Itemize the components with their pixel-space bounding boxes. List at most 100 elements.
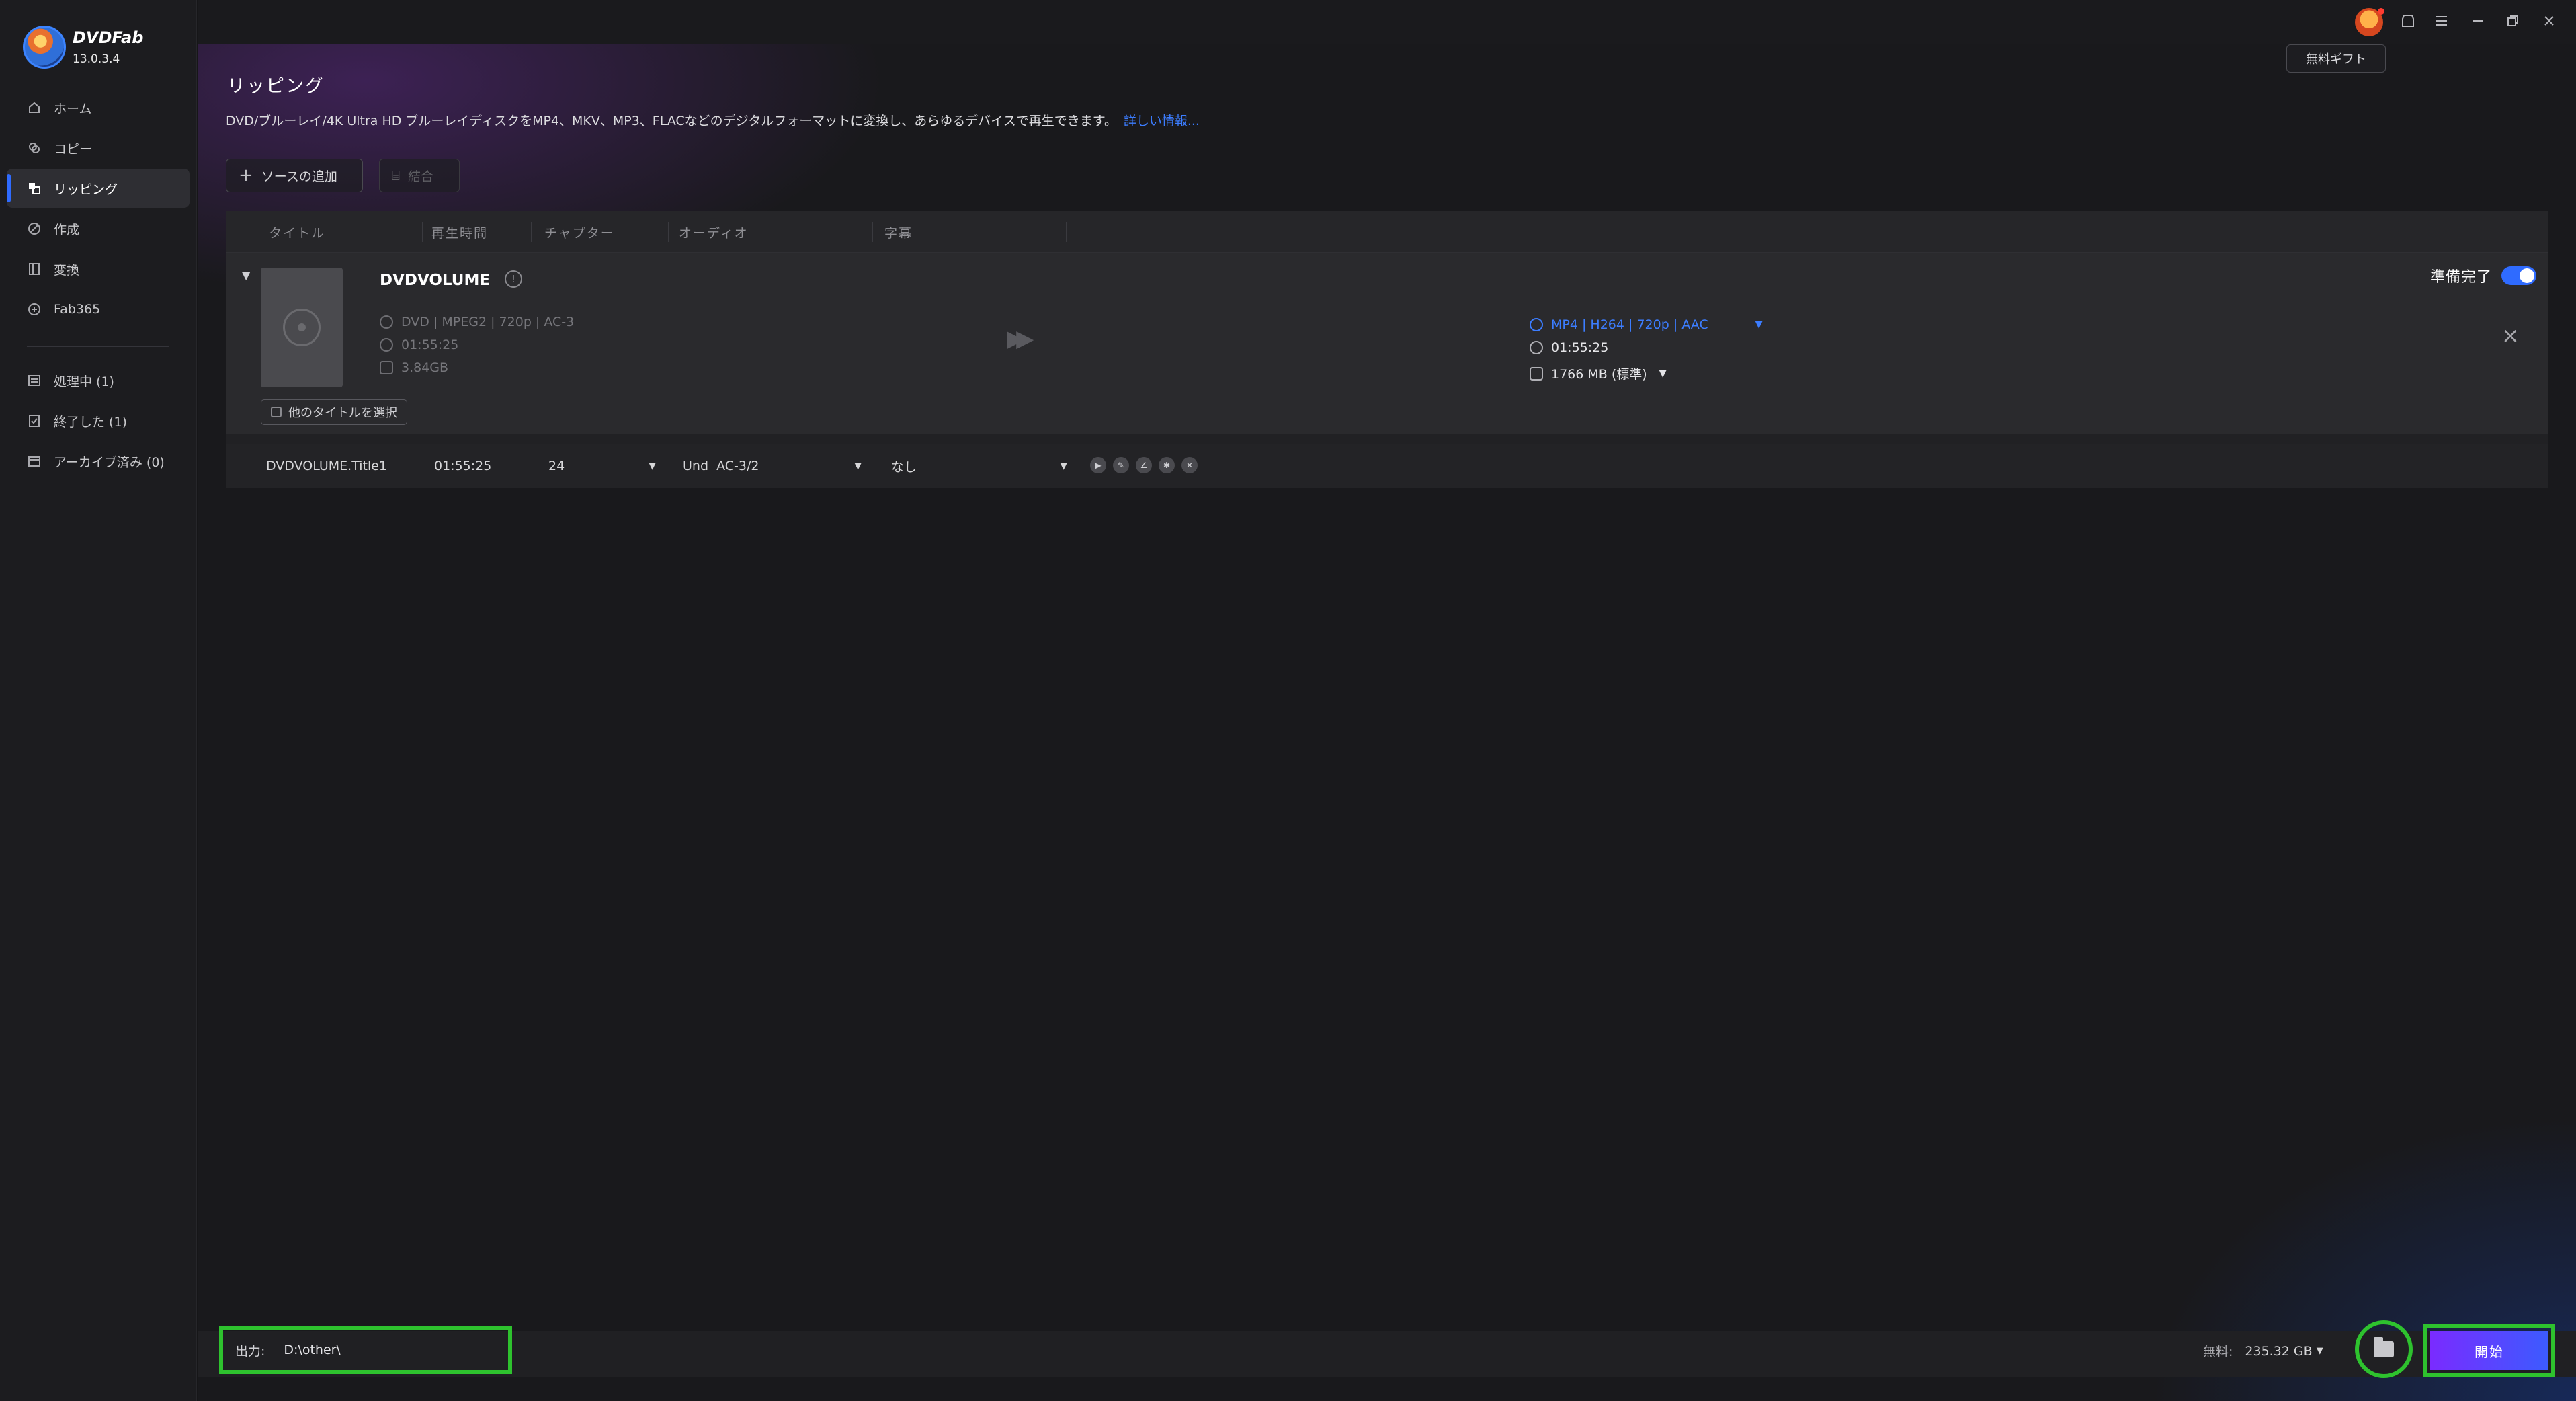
- ready-status-label: 準備完了: [2430, 269, 2493, 286]
- column-separator: [668, 222, 669, 242]
- column-header-chapter: チャプター: [544, 225, 615, 241]
- source-size: 3.84GB: [380, 360, 448, 375]
- source-format: DVD | MPEG2 | 720p | AC-3: [380, 315, 574, 329]
- sidebar-item-label: 作成: [54, 222, 80, 237]
- sidebar-item-label: 終了した (1): [54, 414, 127, 430]
- chevron-down-icon: ▼: [854, 461, 862, 471]
- audio-value: Und AC-3/2: [683, 458, 759, 473]
- archive-icon: [27, 454, 42, 469]
- output-duration: 01:55:25: [1530, 340, 1608, 355]
- merge-button[interactable]: ⌸ 結合: [379, 159, 460, 192]
- free-space-label: 無料:: [2203, 1345, 2233, 1359]
- sidebar-item-creator[interactable]: 作成: [7, 209, 190, 248]
- column-separator: [1066, 222, 1067, 242]
- app-version: 13.0.3.4: [73, 52, 120, 66]
- source-duration: 01:55:25: [380, 337, 458, 352]
- source-row: ▼ DVDVOLUME ! DVD | MPEG2 | 720p | AC-3 …: [226, 253, 2548, 434]
- menu-icon[interactable]: [2430, 9, 2453, 32]
- audio-selector[interactable]: Und AC-3/2 ▼: [683, 444, 862, 488]
- play-icon[interactable]: ▶: [1090, 457, 1106, 473]
- output-duration-text: 01:55:25: [1551, 340, 1609, 355]
- store-icon[interactable]: [2397, 9, 2419, 32]
- sidebar-item-finished[interactable]: 終了した (1): [7, 401, 190, 440]
- sidebar: DVDFab 13.0.3.4 ホーム コピー リッピング 作成 変換 Fab3…: [0, 0, 197, 1401]
- select-other-titles-button[interactable]: 他のタイトルを選択: [261, 399, 407, 425]
- column-separator: [872, 222, 873, 242]
- output-profile-selector[interactable]: MP4 | H264 | 720p | AAC ▼: [1530, 317, 1763, 332]
- sidebar-item-converter[interactable]: 変換: [7, 249, 190, 288]
- fab365-icon: [27, 302, 42, 317]
- output-size-text: 1766 MB (標準): [1551, 367, 1647, 382]
- output-profile-text: MP4 | H264 | 720p | AAC: [1551, 317, 1708, 332]
- sidebar-item-label: 変換: [54, 262, 80, 278]
- output-path-field[interactable]: 出力: D:\other\: [219, 1326, 512, 1374]
- info-icon[interactable]: !: [505, 270, 522, 288]
- column-header-subtitle: 字幕: [884, 225, 913, 241]
- sidebar-item-home[interactable]: ホーム: [7, 88, 190, 127]
- column-header-duration: 再生時間: [431, 225, 489, 241]
- sidebar-item-fab365[interactable]: Fab365: [7, 290, 190, 329]
- browse-folder-button[interactable]: [2355, 1320, 2413, 1378]
- file-size-icon: [380, 361, 393, 374]
- restore-icon[interactable]: [2501, 9, 2524, 32]
- clock-icon: [380, 338, 393, 352]
- add-source-label: ソースの追加: [261, 169, 337, 184]
- free-gift-tooltip[interactable]: 無料ギフト: [2286, 44, 2386, 73]
- chevron-down-icon: ▼: [1659, 368, 1667, 379]
- output-path-value: D:\other\: [284, 1343, 341, 1357]
- plus-icon: +: [239, 165, 253, 186]
- sidebar-item-ripper[interactable]: リッピング: [7, 169, 190, 208]
- settings-icon[interactable]: ✱: [1159, 457, 1175, 473]
- dvdfab-logo-icon: [23, 26, 66, 69]
- more-info-link[interactable]: 詳しい情報...: [1124, 114, 1200, 128]
- sidebar-item-archived[interactable]: アーカイブ済み (0): [7, 442, 190, 481]
- list-icon: [271, 407, 282, 417]
- app-logo[interactable]: DVDFab 13.0.3.4: [23, 26, 143, 69]
- sidebar-item-label: Fab365: [54, 302, 101, 317]
- converter-icon: [27, 262, 42, 276]
- close-window-icon[interactable]: [2538, 9, 2561, 32]
- app-name: DVDFab: [73, 28, 144, 47]
- file-size-icon: [1530, 366, 1543, 381]
- collapse-caret-icon[interactable]: ▼: [242, 269, 250, 282]
- finished-icon: [27, 413, 42, 428]
- start-button-highlight: 開始: [2423, 1324, 2555, 1377]
- merge-label: 結合: [408, 169, 434, 184]
- source-duration-text: 01:55:25: [401, 337, 459, 352]
- sidebar-item-processing[interactable]: 処理中 (1): [7, 361, 190, 400]
- sidebar-divider: [27, 346, 169, 347]
- column-separator: [422, 222, 423, 242]
- output-size-selector[interactable]: 1766 MB (標準) ▼: [1530, 364, 1666, 383]
- title-row-controls: ▶ ✎ ∠ ✱ ✕: [1090, 457, 1204, 473]
- add-source-button[interactable]: + ソースの追加: [226, 159, 363, 192]
- subtitle-selector[interactable]: なし ▼: [891, 444, 1067, 488]
- trim-icon[interactable]: ∠: [1136, 457, 1152, 473]
- source-format-text: DVD | MPEG2 | 720p | AC-3: [401, 315, 575, 329]
- page-title: リッピング: [227, 76, 325, 97]
- remove-source-icon[interactable]: ×: [2501, 323, 2520, 348]
- home-icon: [27, 100, 42, 115]
- edit-icon[interactable]: ✎: [1113, 457, 1129, 473]
- column-separator: [531, 222, 532, 242]
- sidebar-item-label: 処理中 (1): [54, 374, 114, 389]
- column-header-audio: オーディオ: [679, 225, 749, 241]
- title-name: DVDVOLUME.Title1: [266, 458, 387, 473]
- folder-icon: [2374, 1337, 2394, 1357]
- sidebar-item-copy[interactable]: コピー: [7, 128, 190, 167]
- table-row[interactable]: DVDVOLUME.Title1 01:55:25 24 ▼ Und AC-3/…: [226, 444, 2548, 488]
- profile-icon: [1530, 318, 1543, 331]
- ready-toggle[interactable]: [2501, 266, 2537, 285]
- free-space-indicator[interactable]: 無料: 235.32 GB ▼: [2203, 1342, 2323, 1360]
- chapter-selector[interactable]: 24 ▼: [548, 444, 656, 488]
- disc-format-icon: [380, 315, 393, 329]
- chevron-down-icon: ▼: [1060, 461, 1067, 471]
- table-header: タイトル 再生時間 チャプター オーディオ 字幕: [226, 211, 2548, 253]
- title-table: タイトル 再生時間 チャプター オーディオ 字幕 ▼ DVDVOLUME ! D…: [226, 211, 2548, 488]
- subtitle-value: なし: [891, 459, 917, 475]
- start-button[interactable]: 開始: [2430, 1331, 2548, 1370]
- delete-icon[interactable]: ✕: [1181, 457, 1198, 473]
- copy-icon: [27, 141, 42, 155]
- column-header-title: タイトル: [269, 225, 326, 241]
- main-panel: 無料ギフト リッピング DVD/ブルーレイ/4K Ultra HD ブルーレイデ…: [198, 0, 2576, 1401]
- minimize-icon[interactable]: [2466, 9, 2489, 32]
